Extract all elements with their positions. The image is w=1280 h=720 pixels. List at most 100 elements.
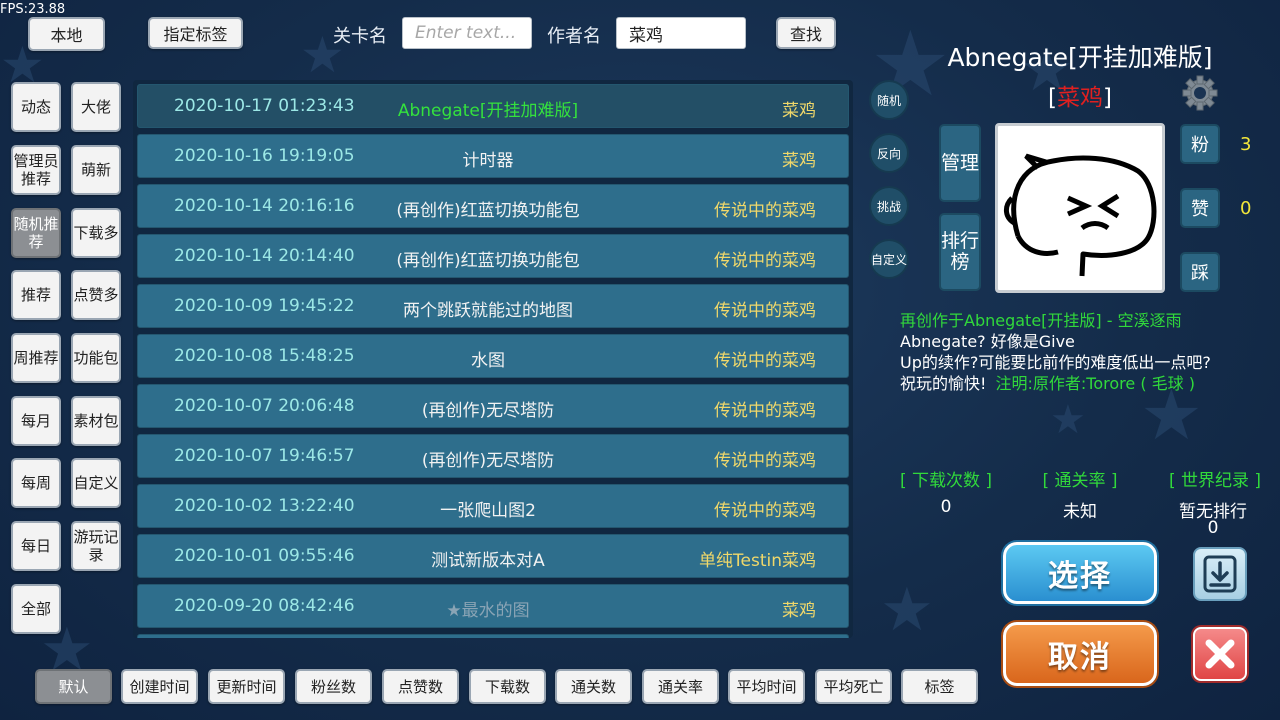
follow-button[interactable]: 粉 — [1180, 124, 1220, 164]
level-title: Abnegate[开挂加难版] — [397, 101, 579, 121]
category-recommend-button[interactable]: 推荐 — [11, 270, 61, 320]
sort-fans-button[interactable]: 粉丝数 — [295, 669, 372, 704]
level-date: 2020-10-08 15:48:25 — [174, 346, 355, 366]
category-monthly-button[interactable]: 每月 — [11, 396, 61, 446]
category-random-pick-button[interactable]: 随机推荐 — [11, 208, 61, 258]
level-title: 一张爬山图2 — [440, 501, 536, 521]
level-detail-author[interactable]: [菜鸡] — [1030, 78, 1130, 112]
category-experts-button[interactable]: 大佬 — [71, 82, 121, 132]
author-name: 菜鸡 — [1057, 85, 1103, 111]
level-row[interactable]: 2020-10-16 19:19:05 计时器 菜鸡 — [137, 134, 849, 178]
category-custom-button[interactable]: 自定义 — [71, 458, 121, 508]
download-icon — [1203, 555, 1237, 593]
level-list[interactable]: 2020-10-17 01:23:43 Abnegate[开挂加难版] 菜鸡 2… — [133, 80, 853, 638]
sort-tag-button[interactable]: 标签 — [901, 669, 978, 704]
level-date: 2020-10-09 19:45:22 — [174, 296, 355, 316]
author-bracket-left: [ — [1048, 85, 1057, 111]
level-row[interactable]: 2020-10-17 01:23:43 Abnegate[开挂加难版] 菜鸡 — [137, 84, 849, 128]
level-row[interactable]: 2020-09-20 08:42:46 ★最水的图 菜鸡 — [137, 584, 849, 628]
leaderboard-button[interactable]: 排行榜 — [939, 213, 981, 291]
category-weekly-button[interactable]: 每周 — [11, 458, 61, 508]
fps-counter: FPS:23.88 — [0, 2, 66, 17]
sort-downloads-button[interactable]: 下载数 — [469, 669, 546, 704]
author-name-input[interactable]: 菜鸡 — [616, 17, 746, 49]
level-row[interactable]: 2020-10-01 09:55:46 测试新版本对A 单纯Testin菜鸡 — [137, 534, 849, 578]
category-newbie-button[interactable]: 萌新 — [71, 145, 121, 195]
tag-filter-button[interactable]: 指定标签 — [148, 17, 243, 49]
meme-face-icon — [1004, 153, 1157, 277]
category-most-downloaded-button[interactable]: 下载多 — [71, 208, 121, 258]
world-record-sub: 0 — [1207, 518, 1219, 538]
select-button[interactable]: 选择 — [1003, 542, 1157, 604]
level-author: 菜鸡 — [782, 151, 816, 171]
sort-clears-button[interactable]: 通关数 — [555, 669, 632, 704]
level-author: 传说中的菜鸡 — [714, 351, 816, 371]
level-row[interactable]: 2020-10-09 19:45:22 两个跳跃就能过的地图 传说中的菜鸡 — [137, 284, 849, 328]
cancel-button[interactable]: 取消 — [1003, 622, 1157, 686]
author-bracket-right: ] — [1103, 85, 1112, 111]
random-mode-button[interactable]: 随机 — [869, 80, 909, 120]
challenge-mode-button[interactable]: 挑战 — [869, 186, 909, 226]
sort-avg-deaths-button[interactable]: 平均死亡 — [815, 669, 892, 704]
category-daily-button[interactable]: 每日 — [11, 521, 61, 571]
manage-button[interactable]: 管理 — [939, 124, 981, 202]
description-closing: 祝玩的愉快! — [900, 374, 987, 393]
level-author: 单纯Testin菜鸡 — [699, 551, 816, 571]
category-all-button[interactable]: 全部 — [11, 584, 61, 634]
pass-rate-header: [ 通关率 ] — [1042, 471, 1118, 491]
original-author-note: 注明:原作者:Torore ( 毛球 ) — [995, 374, 1195, 393]
likes-count: 0 — [1240, 198, 1252, 219]
gear-icon[interactable] — [1181, 74, 1219, 112]
sort-default-button[interactable]: 默认 — [35, 669, 112, 704]
sort-updated-button[interactable]: 更新时间 — [208, 669, 285, 704]
level-title: 水图 — [471, 351, 505, 371]
category-asset-pack-button[interactable]: 素材包 — [71, 396, 121, 446]
search-button[interactable]: 查找 — [776, 17, 836, 49]
description-line-3: 祝玩的愉快! 注明:原作者:Torore ( 毛球 ) — [900, 370, 1195, 394]
reverse-mode-button[interactable]: 反向 — [869, 133, 909, 173]
level-row[interactable]: 2020-10-07 19:46:57 (再创作)无尽塔防 传说中的菜鸡 — [137, 434, 849, 478]
like-button[interactable]: 赞 — [1180, 188, 1220, 228]
category-admin-pick-button[interactable]: 管理员推荐 — [11, 145, 61, 195]
level-author: 传说中的菜鸡 — [714, 451, 816, 471]
world-record-header: [ 世界纪录 ] — [1168, 471, 1262, 491]
level-date: 2020-10-07 19:46:57 — [174, 446, 355, 466]
category-function-pack-button[interactable]: 功能包 — [71, 333, 121, 383]
category-dynamic-button[interactable]: 动态 — [11, 82, 61, 132]
level-title: (再创作)红蓝切换功能包 — [396, 251, 580, 271]
level-date: 2020-09-20 08:42:46 — [174, 596, 355, 616]
category-most-liked-button[interactable]: 点赞多 — [71, 270, 121, 320]
level-title: (再创作)红蓝切换功能包 — [396, 201, 580, 221]
level-row[interactable]: 2020-10-14 20:16:16 (再创作)红蓝切换功能包 传说中的菜鸡 — [137, 184, 849, 228]
level-title: 测试新版本对A — [431, 551, 545, 571]
category-play-history-button[interactable]: 游玩记录 — [71, 521, 121, 571]
level-author: 菜鸡 — [782, 101, 816, 121]
close-button[interactable] — [1193, 627, 1247, 681]
pass-rate-value: 未知 — [1063, 502, 1097, 522]
level-title: 计时器 — [462, 151, 514, 171]
bg-star-icon: ★ — [880, 575, 934, 645]
local-button[interactable]: 本地 — [28, 17, 105, 51]
level-title: (再创作)无尽塔防 — [421, 451, 555, 471]
dislike-button[interactable]: 踩 — [1180, 252, 1220, 292]
level-title: 两个跳跃就能过的地图 — [403, 301, 573, 321]
close-icon — [1205, 639, 1235, 669]
sort-pass-rate-button[interactable]: 通关率 — [642, 669, 719, 704]
level-date: 2020-10-14 20:14:40 — [174, 246, 355, 266]
level-row[interactable]: 2020-10-14 20:14:40 (再创作)红蓝切换功能包 传说中的菜鸡 — [137, 234, 849, 278]
level-name-label: 关卡名 — [333, 26, 387, 47]
download-button[interactable] — [1193, 547, 1247, 601]
level-date: 2020-10-17 01:23:43 — [174, 96, 355, 116]
sort-created-button[interactable]: 创建时间 — [121, 669, 198, 704]
custom-mode-button[interactable]: 自定义 — [869, 239, 909, 279]
downloads-value: 0 — [940, 497, 952, 517]
level-row[interactable]: 2020-10-08 15:48:25 水图 传说中的菜鸡 — [137, 334, 849, 378]
category-weekly-pick-button[interactable]: 周推荐 — [11, 333, 61, 383]
fans-count: 3 — [1240, 134, 1252, 155]
level-row[interactable]: 2020-10-02 13:22:40 一张爬山图2 传说中的菜鸡 — [137, 484, 849, 528]
level-row[interactable]: 2020-10-07 20:06:48 (再创作)无尽塔防 传说中的菜鸡 — [137, 384, 849, 428]
level-row-partial[interactable] — [137, 634, 849, 638]
level-name-input[interactable]: Enter text... — [402, 17, 532, 49]
sort-avg-time-button[interactable]: 平均时间 — [728, 669, 805, 704]
sort-likes-button[interactable]: 点赞数 — [382, 669, 459, 704]
